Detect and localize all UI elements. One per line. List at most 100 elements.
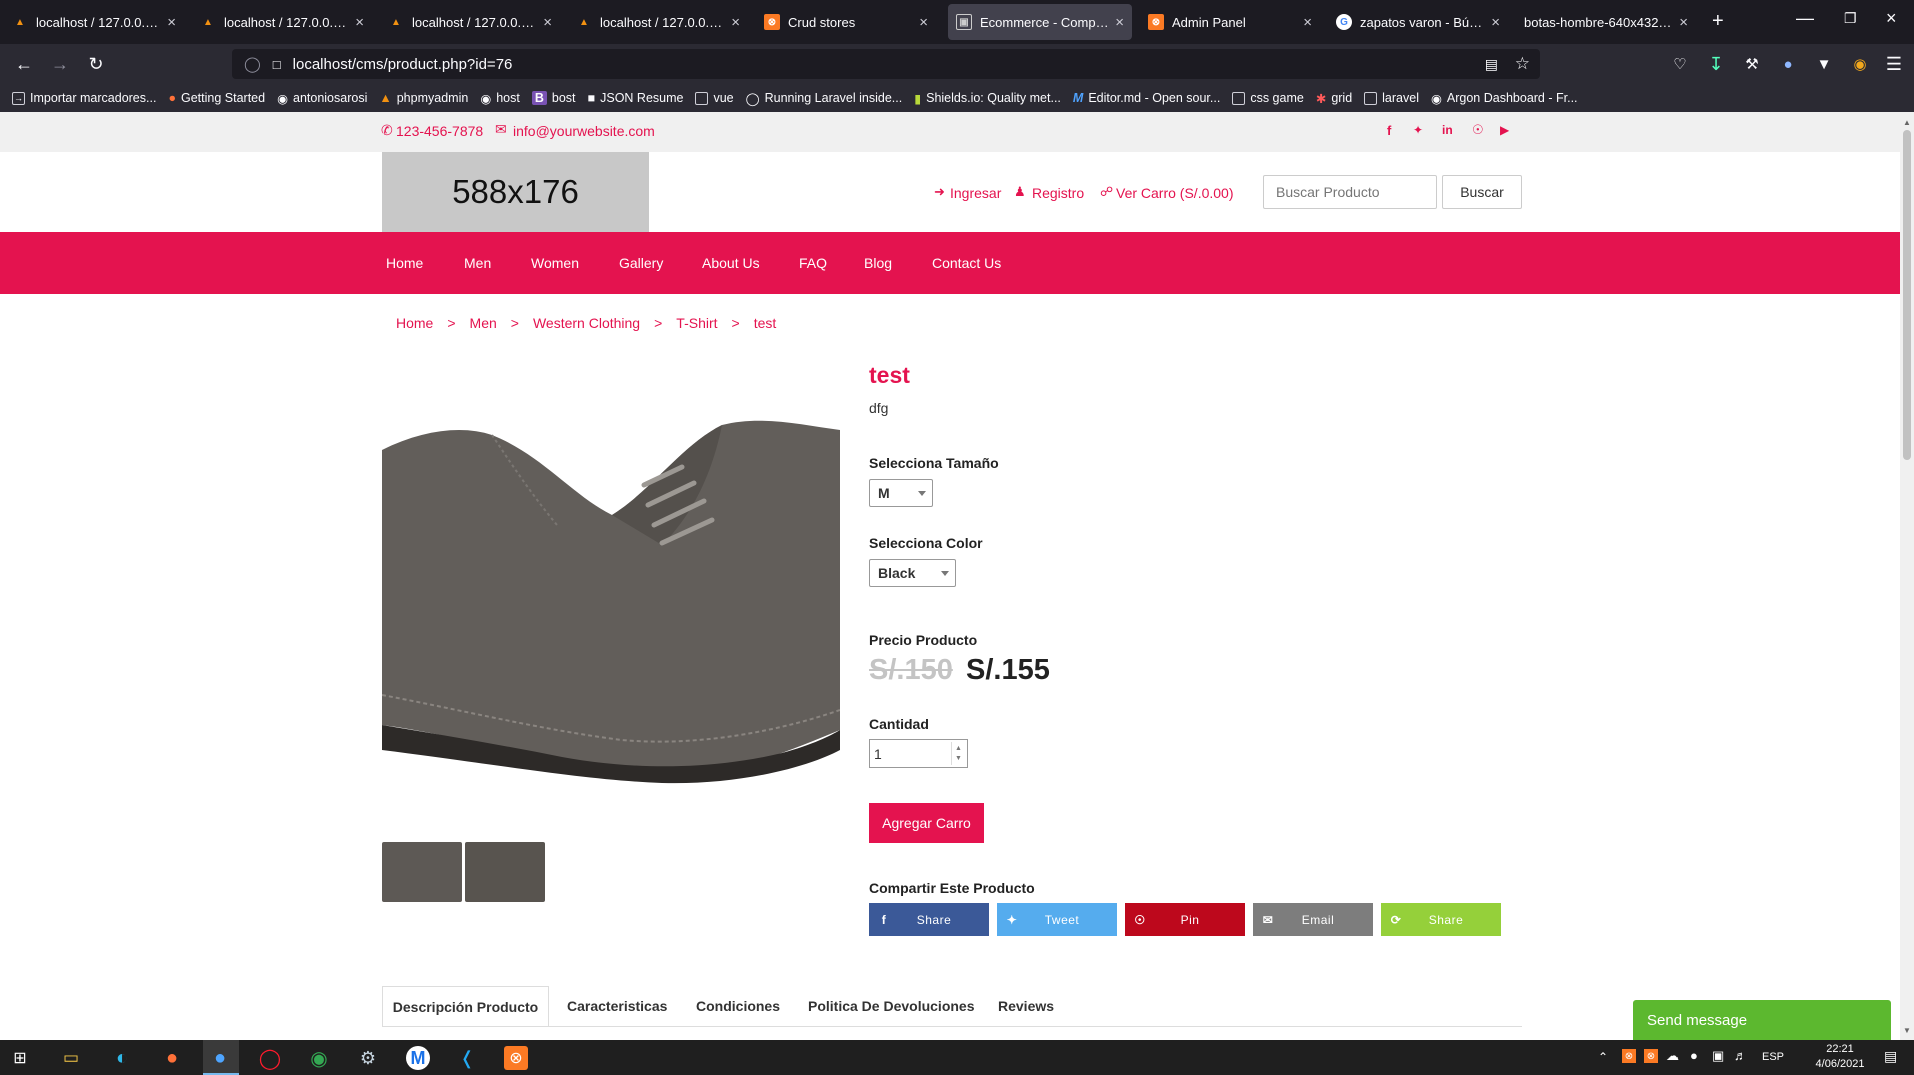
add-to-cart-button[interactable]: Agregar Carro xyxy=(869,803,984,843)
bookmark[interactable]: laravel xyxy=(1364,91,1419,105)
product-thumbnail[interactable] xyxy=(382,842,462,902)
url-bar[interactable]: ◯ □ localhost/cms/product.php?id=76 ▤ ☆ xyxy=(232,49,1540,79)
menu-item-about[interactable]: About Us xyxy=(702,232,760,294)
chat-widget[interactable]: Send message xyxy=(1633,1000,1891,1040)
file-explorer-icon[interactable]: ▭ xyxy=(60,1048,82,1068)
youtube-icon[interactable]: ▶ xyxy=(1500,123,1509,137)
bookmark[interactable]: ▮ Shields.io: Quality met... xyxy=(914,91,1061,106)
browser-tab[interactable]: ▲ localhost / 127.0.0.1 | php × xyxy=(4,0,184,44)
phone-number[interactable]: 123-456-7878 xyxy=(396,123,483,139)
breadcrumb-item[interactable]: Home xyxy=(396,315,433,331)
menu-item-blog[interactable]: Blog xyxy=(864,232,892,294)
windows-start-icon[interactable]: ⊞ xyxy=(10,1048,30,1068)
linkedin-icon[interactable]: in xyxy=(1442,123,1453,137)
xampp-icon[interactable]: ⊗ xyxy=(504,1046,528,1070)
reader-icon[interactable]: ▤ xyxy=(1485,56,1498,73)
minimize-icon[interactable]: — xyxy=(1796,8,1814,29)
star-icon[interactable]: ☆ xyxy=(1515,54,1530,74)
scroll-up-icon[interactable]: ▲ xyxy=(1903,118,1911,127)
bookmark[interactable]: → Importar marcadores... xyxy=(12,91,156,105)
tab-description[interactable]: Descripción Producto xyxy=(382,986,549,1026)
tab-reviews[interactable]: Reviews xyxy=(998,986,1054,1026)
bookmark[interactable]: ◉ antoniosarosi xyxy=(277,91,367,106)
browser-tab[interactable]: ▲ localhost / 127.0.0.1 / xic × xyxy=(568,0,748,44)
breadcrumb-item[interactable]: test xyxy=(754,315,777,331)
menu-icon[interactable]: ☰ xyxy=(1882,52,1906,76)
bookmark[interactable]: ● Getting Started xyxy=(168,91,265,105)
bookmark[interactable]: M Editor.md - Open sour... xyxy=(1073,91,1220,105)
language-indicator[interactable]: ESP xyxy=(1762,1051,1784,1063)
browser-tab[interactable]: G zapatos varon - Búsqued × xyxy=(1328,0,1508,44)
search-button[interactable]: Buscar xyxy=(1442,175,1522,209)
firefox-icon[interactable]: ● xyxy=(160,1046,184,1070)
twitter-icon[interactable]: ✦ xyxy=(1413,123,1423,137)
product-thumbnail[interactable] xyxy=(465,842,545,902)
stepper-arrows-icon[interactable]: ▲ ▼ xyxy=(951,742,965,765)
restore-icon[interactable]: ❐ xyxy=(1844,10,1857,27)
network-icon[interactable]: ▣ xyxy=(1712,1048,1724,1064)
menu-item-gallery[interactable]: Gallery xyxy=(619,232,663,294)
opera-icon[interactable]: ◯ xyxy=(258,1046,282,1070)
notification-icon[interactable]: ▤ xyxy=(1884,1048,1897,1065)
close-icon[interactable]: × xyxy=(167,14,176,31)
extension-icon[interactable]: ● xyxy=(1776,52,1800,76)
email-link[interactable]: info@yourwebsite.com xyxy=(513,123,655,139)
xampp-tray-icon[interactable]: ⊗ xyxy=(1644,1049,1658,1063)
quantity-stepper[interactable]: 1 ▲ ▼ xyxy=(869,739,968,768)
browser-tab[interactable]: ▲ localhost / 127.0.0.1 / xic × xyxy=(380,0,560,44)
edge-icon[interactable]: ◐ xyxy=(110,1046,134,1070)
bookmark[interactable]: ◯ Running Laravel inside... xyxy=(746,91,903,106)
scroll-down-icon[interactable]: ▼ xyxy=(1903,1026,1911,1035)
color-select[interactable]: Black xyxy=(869,559,956,587)
steam-icon[interactable]: ⚙ xyxy=(356,1046,380,1070)
window-close-icon[interactable]: × xyxy=(1886,8,1897,29)
menu-item-home[interactable]: Home xyxy=(386,232,423,294)
breadcrumb-item[interactable]: T-Shirt xyxy=(676,315,717,331)
menu-item-women[interactable]: Women xyxy=(531,232,579,294)
close-icon[interactable]: × xyxy=(919,14,928,31)
app-icon[interactable]: M xyxy=(406,1046,430,1070)
bookmark[interactable]: vue xyxy=(695,91,734,105)
vscode-icon[interactable]: ❬ xyxy=(455,1046,479,1070)
chrome-icon[interactable]: ◉ xyxy=(307,1046,331,1070)
bookmark[interactable]: Bbost xyxy=(531,91,576,105)
email-share-button[interactable]: ✉ Email xyxy=(1253,903,1373,936)
tab-features[interactable]: Caracteristicas xyxy=(567,986,667,1026)
clock[interactable]: 22:21 4/06/2021 xyxy=(1808,1042,1872,1072)
reload-icon[interactable]: ↻ xyxy=(84,52,108,76)
wrench-icon[interactable]: ⚒ xyxy=(1740,52,1764,76)
cart-link[interactable]: Ver Carro (S/.0.00) xyxy=(1116,185,1234,201)
logo[interactable]: 588x176 xyxy=(382,152,649,232)
pocket-icon[interactable]: ♡ xyxy=(1668,52,1692,76)
close-icon[interactable]: × xyxy=(1679,14,1688,31)
extension-icon[interactable]: ◉ xyxy=(1848,52,1872,76)
close-icon[interactable]: × xyxy=(1115,14,1124,31)
menu-item-contact[interactable]: Contact Us xyxy=(932,232,1001,294)
back-icon[interactable]: ← xyxy=(12,52,36,76)
generic-share-button[interactable]: ⟳ Share xyxy=(1381,903,1501,936)
pinterest-share-button[interactable]: ☉ Pin xyxy=(1125,903,1245,936)
page-scrollbar[interactable]: ▲ ▼ xyxy=(1900,112,1914,1040)
browser-tab[interactable]: botas-hombre-640x432.jpg (J × xyxy=(1516,0,1696,44)
facebook-share-button[interactable]: f Share xyxy=(869,903,989,936)
close-icon[interactable]: × xyxy=(1491,14,1500,31)
close-icon[interactable]: × xyxy=(355,14,364,31)
bookmark[interactable]: ■ JSON Resume xyxy=(588,91,684,105)
login-link[interactable]: Ingresar xyxy=(950,185,1001,201)
browser-tab-active[interactable]: ▣ Ecommerce - Complete E × xyxy=(948,4,1132,40)
twitter-share-button[interactable]: ✦ Tweet xyxy=(997,903,1117,936)
browser-tab[interactable]: ▲ localhost / 127.0.0.1 / xic × xyxy=(192,0,372,44)
volume-icon[interactable]: ♬ xyxy=(1734,1048,1747,1063)
forward-icon[interactable]: → xyxy=(48,52,72,76)
chevron-up-icon[interactable]: ⌃ xyxy=(1598,1050,1608,1064)
close-icon[interactable]: × xyxy=(731,14,740,31)
breadcrumb-item[interactable]: Western Clothing xyxy=(533,315,640,331)
register-link[interactable]: Registro xyxy=(1032,185,1084,201)
bookmark[interactable]: ◉ host xyxy=(480,91,520,106)
bookmark[interactable]: ✱ grid xyxy=(1316,91,1352,106)
tab-return-policy[interactable]: Politica De Devoluciones xyxy=(808,986,975,1026)
menu-item-men[interactable]: Men xyxy=(464,232,491,294)
vue-icon[interactable]: ▼ xyxy=(1812,52,1836,76)
browser-tab[interactable]: ⊗ Crud stores × xyxy=(756,0,936,44)
pinterest-icon[interactable]: ☉ xyxy=(1472,122,1484,138)
